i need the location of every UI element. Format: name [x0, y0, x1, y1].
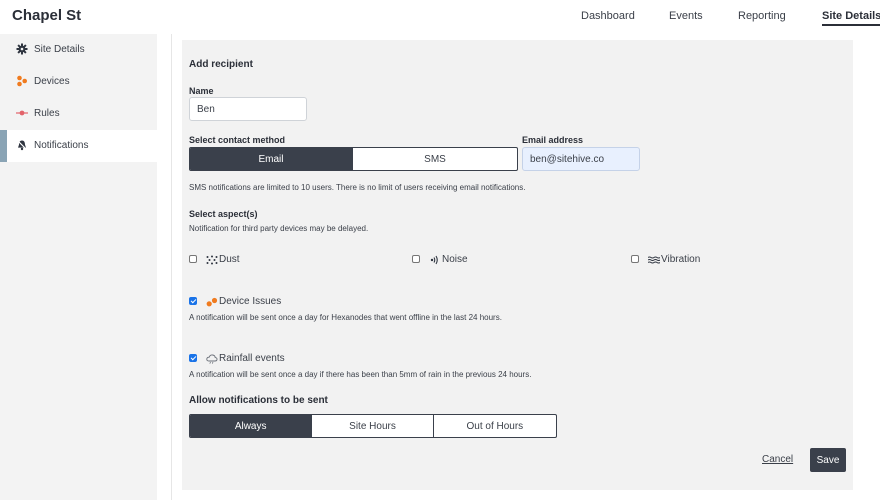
- contact-method-label: Select contact method: [189, 135, 286, 145]
- sidebar-item-notifications[interactable]: Notifications: [0, 130, 157, 162]
- sidebar-item-devices[interactable]: Devices: [0, 66, 157, 98]
- rainfall-checkbox[interactable]: [189, 354, 197, 362]
- contact-method-toggle: Email SMS: [189, 147, 518, 171]
- top-nav: Dashboard Events Reporting Site Details: [0, 10, 880, 30]
- devices-icon: [17, 75, 27, 87]
- vibration-label: Vibration: [661, 254, 701, 265]
- content-divider: [171, 34, 172, 500]
- contact-email-option[interactable]: Email: [190, 148, 353, 170]
- name-input[interactable]: Ben: [189, 97, 307, 121]
- schedule-toggle: Always Site Hours Out of Hours: [189, 414, 557, 438]
- vibration-checkbox[interactable]: [631, 255, 639, 263]
- dust-icon: [206, 255, 218, 265]
- schedule-always-option[interactable]: Always: [190, 415, 313, 437]
- top-bar: Chapel St Dashboard Events Reporting Sit…: [0, 0, 880, 34]
- sidebar-item-label: Rules: [34, 108, 60, 119]
- schedule-out-of-hours-option[interactable]: Out of Hours: [434, 415, 556, 437]
- sidebar-item-rules[interactable]: Rules: [0, 98, 157, 130]
- rules-icon: [16, 110, 28, 116]
- device-issues-icon: [206, 297, 218, 307]
- sidebar-item-site-details[interactable]: Site Details: [0, 34, 157, 66]
- cancel-button[interactable]: Cancel: [762, 454, 793, 465]
- device-issues-note: A notification will be sent once a day f…: [189, 313, 502, 322]
- aspects-note: Notification for third party devices may…: [189, 224, 369, 233]
- schedule-label: Allow notifications to be sent: [189, 395, 328, 406]
- vibration-icon: [648, 256, 660, 264]
- rainfall-note: A notification will be sent once a day i…: [189, 370, 532, 379]
- schedule-site-hours-option[interactable]: Site Hours: [312, 415, 434, 437]
- nav-reporting[interactable]: Reporting: [738, 10, 786, 22]
- email-input[interactable]: ben@sitehive.co: [522, 147, 640, 171]
- gear-icon: [16, 43, 28, 55]
- aspects-label: Select aspect(s): [189, 209, 258, 219]
- noise-checkbox[interactable]: [412, 255, 420, 263]
- rainfall-label: Rainfall events: [219, 353, 285, 364]
- name-label: Name: [189, 86, 214, 96]
- dust-checkbox[interactable]: [189, 255, 197, 263]
- form-title: Add recipient: [189, 59, 253, 70]
- device-issues-label: Device Issues: [219, 296, 282, 307]
- sidebar-item-label: Notifications: [34, 140, 89, 151]
- save-button[interactable]: Save: [810, 448, 846, 472]
- noise-label: Noise: [442, 254, 468, 265]
- sidebar: Site Details Devices Rules Notifications: [0, 34, 157, 500]
- sidebar-item-label: Devices: [34, 76, 70, 87]
- sidebar-item-label: Site Details: [34, 44, 85, 55]
- nav-dashboard[interactable]: Dashboard: [581, 10, 635, 22]
- dust-label: Dust: [219, 254, 240, 265]
- bell-icon: [17, 140, 27, 151]
- active-indicator: [0, 130, 7, 162]
- email-label: Email address: [522, 135, 584, 145]
- noise-icon: [430, 255, 438, 265]
- sms-note: SMS notifications are limited to 10 user…: [189, 183, 526, 192]
- nav-events[interactable]: Events: [669, 10, 703, 22]
- rain-cloud-icon: [206, 354, 218, 364]
- device-issues-checkbox[interactable]: [189, 297, 197, 305]
- contact-sms-option[interactable]: SMS: [353, 148, 517, 170]
- nav-site-details[interactable]: Site Details: [822, 10, 880, 26]
